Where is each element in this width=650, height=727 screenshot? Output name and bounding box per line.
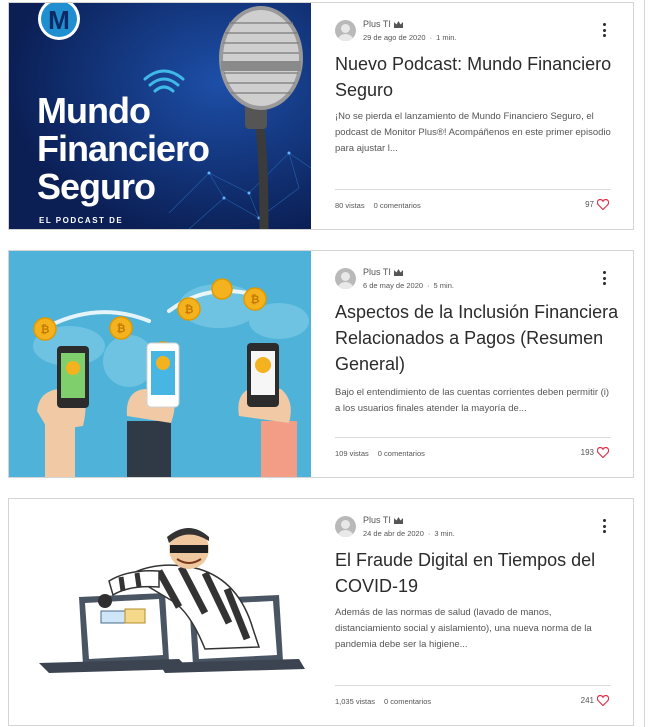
post-stats: 1,035 vistas 0 comentarios: [335, 697, 431, 706]
fintech-payments-illustration: ₿ ₿ ₿ ₿: [9, 251, 311, 477]
post-title[interactable]: Aspectos de la Inclusión Financiera Rela…: [335, 299, 625, 377]
post-meta: 24 de abr de 2020 · 3 min.: [363, 529, 455, 538]
post-meta: 6 de may de 2020 · 5 min.: [363, 281, 454, 290]
post-excerpt[interactable]: Bajo el entendimiento de las cuentas cor…: [335, 385, 615, 417]
author-avatar[interactable]: [335, 516, 356, 537]
crown-icon: [393, 517, 403, 524]
podcast-title-line-2: Financiero: [37, 128, 209, 169]
post-date: 24 de abr de 2020: [363, 529, 424, 538]
views-count: 80 vistas: [335, 201, 365, 210]
brand-logo-letter: M: [48, 5, 70, 35]
post-content: Plus TI 6 de may de 2020 · 5 min. Aspectos…: [311, 251, 633, 477]
post-card[interactable]: Plus TI 24 de abr de 2020 · 3 min. El Frau…: [8, 498, 634, 726]
comments-count[interactable]: 0 comentarios: [378, 449, 425, 458]
post-date: 6 de may de 2020: [363, 281, 424, 290]
post-card[interactable]: M Mundo Financiero Seguro EL PODCAST DE …: [8, 2, 634, 230]
post-content: Plus TI 29 de ago de 2020 · 1 min. Nuevo P…: [311, 3, 633, 229]
bitcoin-coin: ₿: [251, 293, 260, 306]
post-divider: [335, 189, 611, 190]
likes-count: 97: [585, 200, 594, 209]
post-stats: 80 vistas 0 comentarios: [335, 201, 421, 210]
more-options-icon[interactable]: [601, 519, 607, 533]
read-time: 5 min.: [433, 281, 454, 290]
post-card[interactable]: ₿ ₿ ₿ ₿ Plus TI 6 de may de 2020 · 5 min…: [8, 250, 634, 478]
views-count: 109 vistas: [335, 449, 369, 458]
author-name-text[interactable]: Plus TI: [363, 515, 391, 525]
read-time: 1 min.: [436, 33, 457, 42]
post-content: Plus TI 24 de abr de 2020 · 3 min. El Frau…: [311, 499, 633, 725]
views-count: 1,035 vistas: [335, 697, 376, 706]
podcast-cover-illustration: M Mundo Financiero Seguro EL PODCAST DE: [9, 3, 311, 229]
likes: 97: [585, 199, 609, 210]
author-name-text[interactable]: Plus TI: [363, 19, 391, 29]
author-name-text[interactable]: Plus TI: [363, 267, 391, 277]
bitcoin-coin: ₿: [185, 303, 194, 316]
more-options-icon[interactable]: [601, 23, 607, 37]
post-title[interactable]: El Fraude Digital en Tiempos del COVID-1…: [335, 547, 625, 599]
author-name[interactable]: Plus TI: [363, 19, 403, 29]
heart-icon[interactable]: [597, 199, 609, 210]
read-time: 3 min.: [434, 529, 455, 538]
podcast-tagline: EL PODCAST DE: [39, 216, 123, 225]
post-cover-image[interactable]: M Mundo Financiero Seguro EL PODCAST DE: [9, 3, 311, 229]
post-excerpt[interactable]: ¡No se pierda el lanzamiento de Mundo Fi…: [335, 109, 615, 157]
post-title[interactable]: Nuevo Podcast: Mundo Financiero Seguro: [335, 51, 625, 103]
post-divider: [335, 685, 611, 686]
podcast-title-line-3: Seguro: [37, 166, 155, 207]
digital-fraud-illustration: [9, 499, 311, 725]
likes-count: 241: [580, 696, 594, 705]
post-cover-image[interactable]: [9, 499, 311, 725]
more-options-icon[interactable]: [601, 271, 607, 285]
crown-icon: [393, 21, 403, 28]
post-meta: 29 de ago de 2020 · 1 min.: [363, 33, 457, 42]
post-date: 29 de ago de 2020: [363, 33, 426, 42]
podcast-title-line-1: Mundo: [37, 90, 150, 131]
author-name[interactable]: Plus TI: [363, 267, 403, 277]
author-avatar[interactable]: [335, 20, 356, 41]
page-scrollbar[interactable]: [644, 0, 645, 727]
post-cover-image[interactable]: ₿ ₿ ₿ ₿: [9, 251, 311, 477]
bitcoin-coin: ₿: [117, 322, 126, 335]
likes: 193: [581, 447, 609, 458]
likes-count: 193: [580, 448, 594, 457]
author-name[interactable]: Plus TI: [363, 515, 403, 525]
post-divider: [335, 437, 611, 438]
post-stats: 109 vistas 0 comentarios: [335, 449, 425, 458]
post-excerpt[interactable]: Además de las normas de salud (lavado de…: [335, 605, 615, 653]
heart-icon[interactable]: [597, 695, 609, 706]
comments-count[interactable]: 0 comentarios: [384, 697, 431, 706]
comments-count[interactable]: 0 comentarios: [374, 201, 421, 210]
likes: 241: [581, 695, 609, 706]
bitcoin-coin: ₿: [41, 323, 50, 336]
crown-icon: [393, 269, 403, 276]
author-avatar[interactable]: [335, 268, 356, 289]
heart-icon[interactable]: [597, 447, 609, 458]
